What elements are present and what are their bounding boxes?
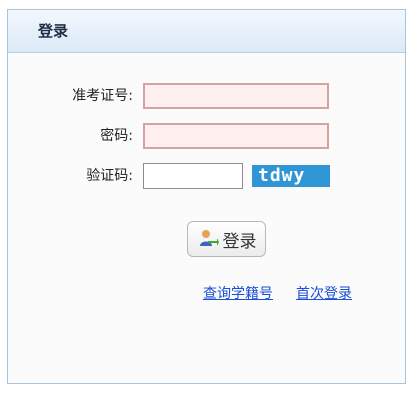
first-login-link[interactable]: 首次登录 (296, 283, 352, 303)
captcha-image[interactable]: tdwy (252, 165, 330, 187)
captcha-label: 验证码: (86, 168, 133, 184)
exam-id-input[interactable] (143, 83, 329, 109)
login-panel: 登录 准考证号: 密码: 验证码: tdwy 登录 查询学籍号 首次登录 (7, 9, 406, 384)
login-button-label: 登录 (222, 231, 257, 252)
password-input[interactable] (143, 123, 329, 149)
panel-title: 登录 (8, 10, 405, 53)
password-label: 密码: (100, 128, 133, 144)
login-button[interactable]: 登录 (187, 221, 266, 257)
captcha-row: 验证码: tdwy (8, 163, 405, 189)
user-icon (197, 228, 219, 250)
exam-id-label: 准考证号: (72, 88, 133, 104)
password-row: 密码: (8, 123, 405, 149)
exam-id-row: 准考证号: (8, 83, 405, 109)
query-student-id-link[interactable]: 查询学籍号 (203, 283, 273, 303)
captcha-input[interactable] (143, 163, 243, 189)
